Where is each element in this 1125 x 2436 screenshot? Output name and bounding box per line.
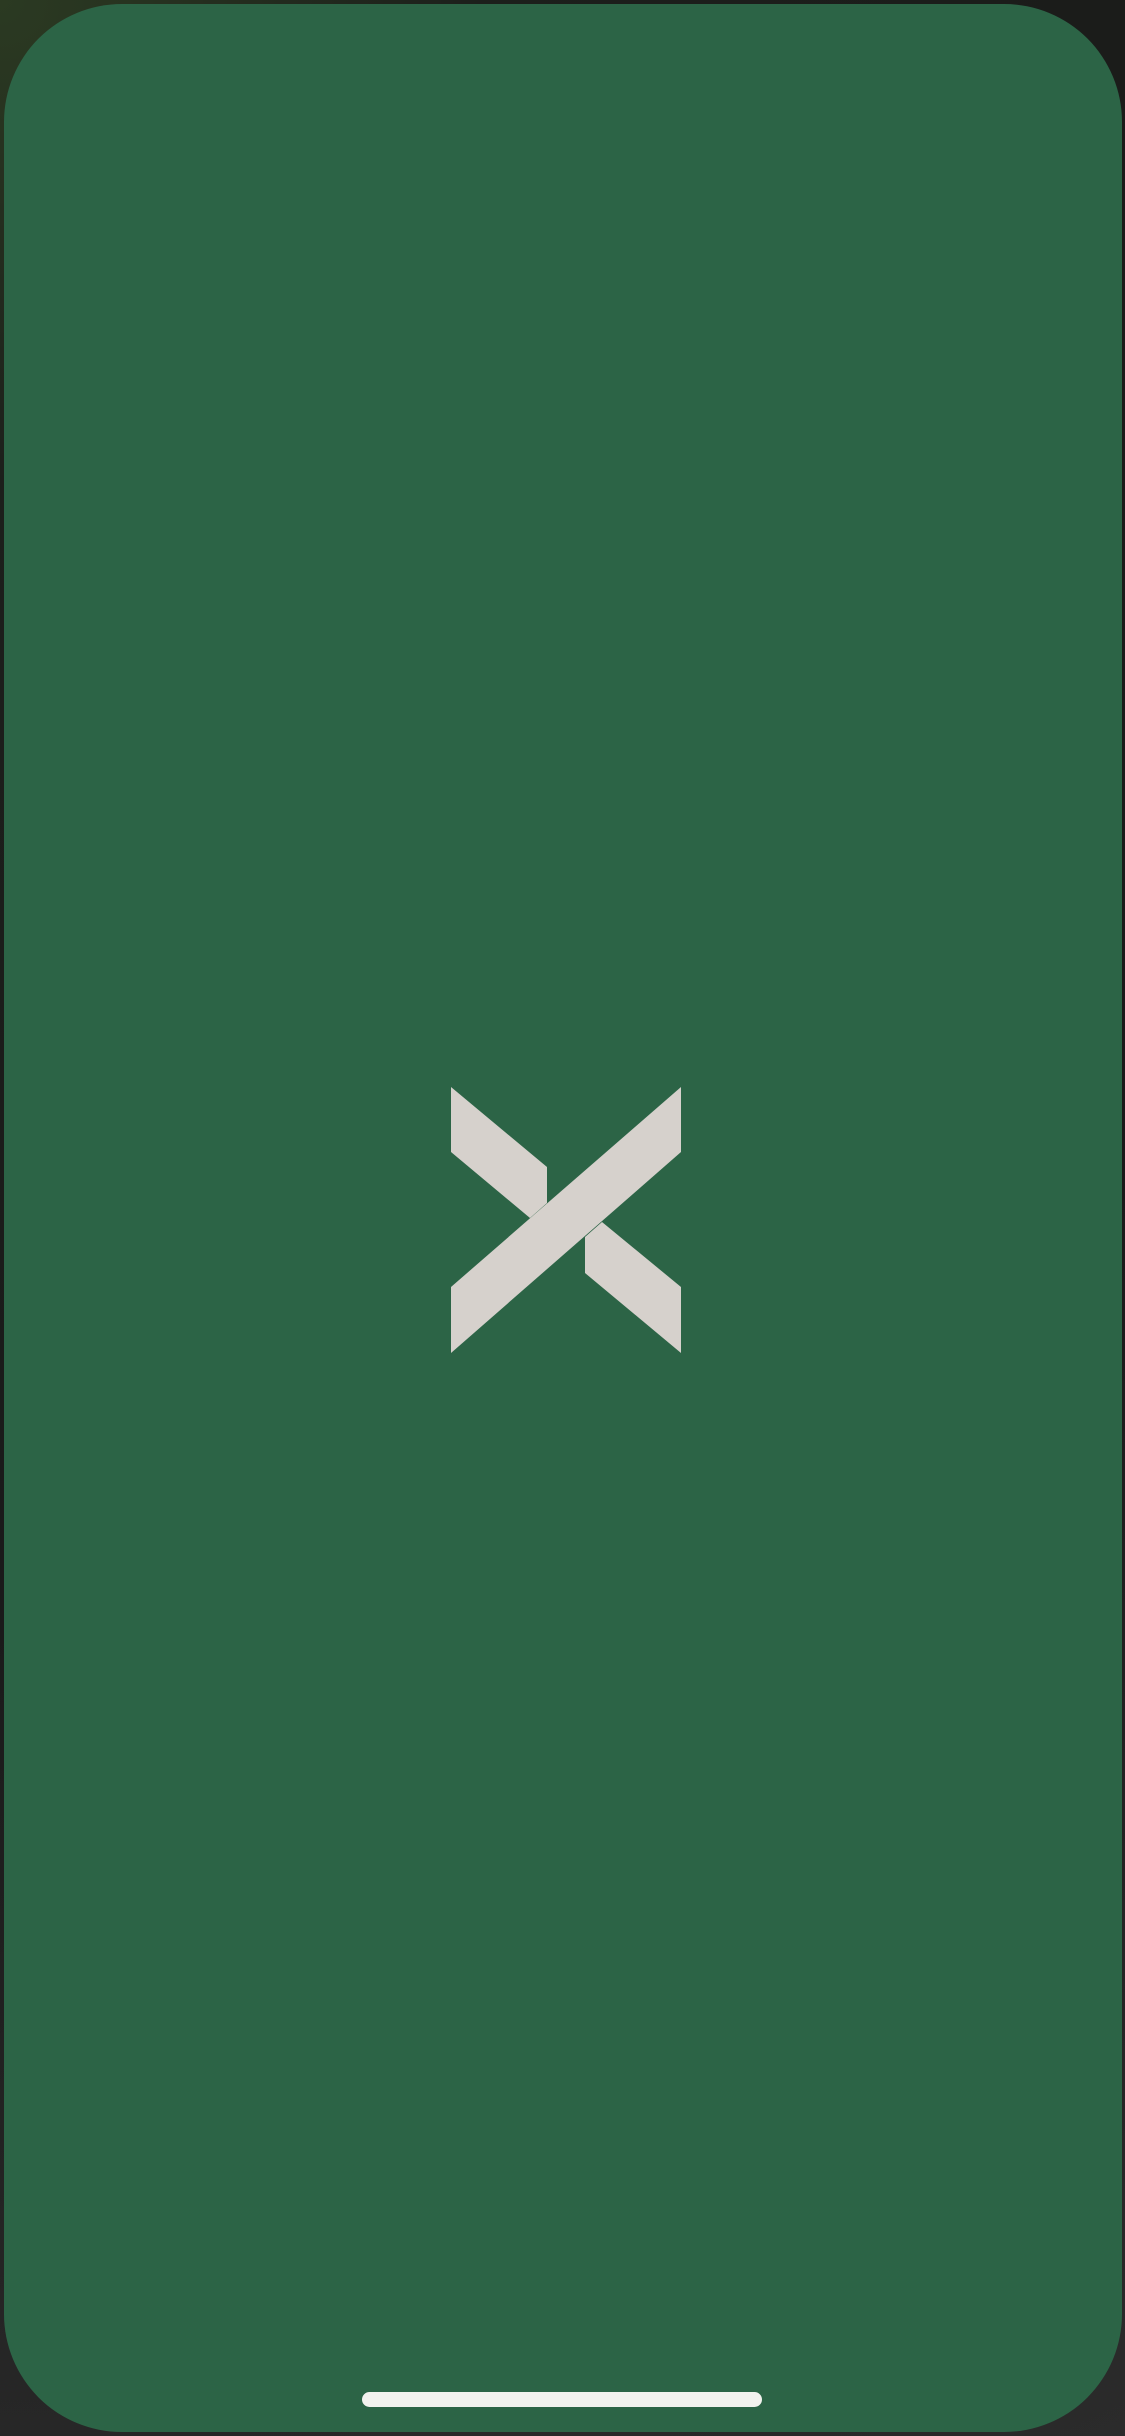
splash-screen	[4, 4, 1122, 2432]
device-frame	[0, 0, 1125, 2436]
logo-stroke-upper-left	[451, 1087, 547, 1218]
x-logo-icon	[451, 1087, 681, 1353]
home-indicator[interactable]	[362, 2392, 762, 2407]
logo-stroke-lower-right	[585, 1222, 681, 1353]
